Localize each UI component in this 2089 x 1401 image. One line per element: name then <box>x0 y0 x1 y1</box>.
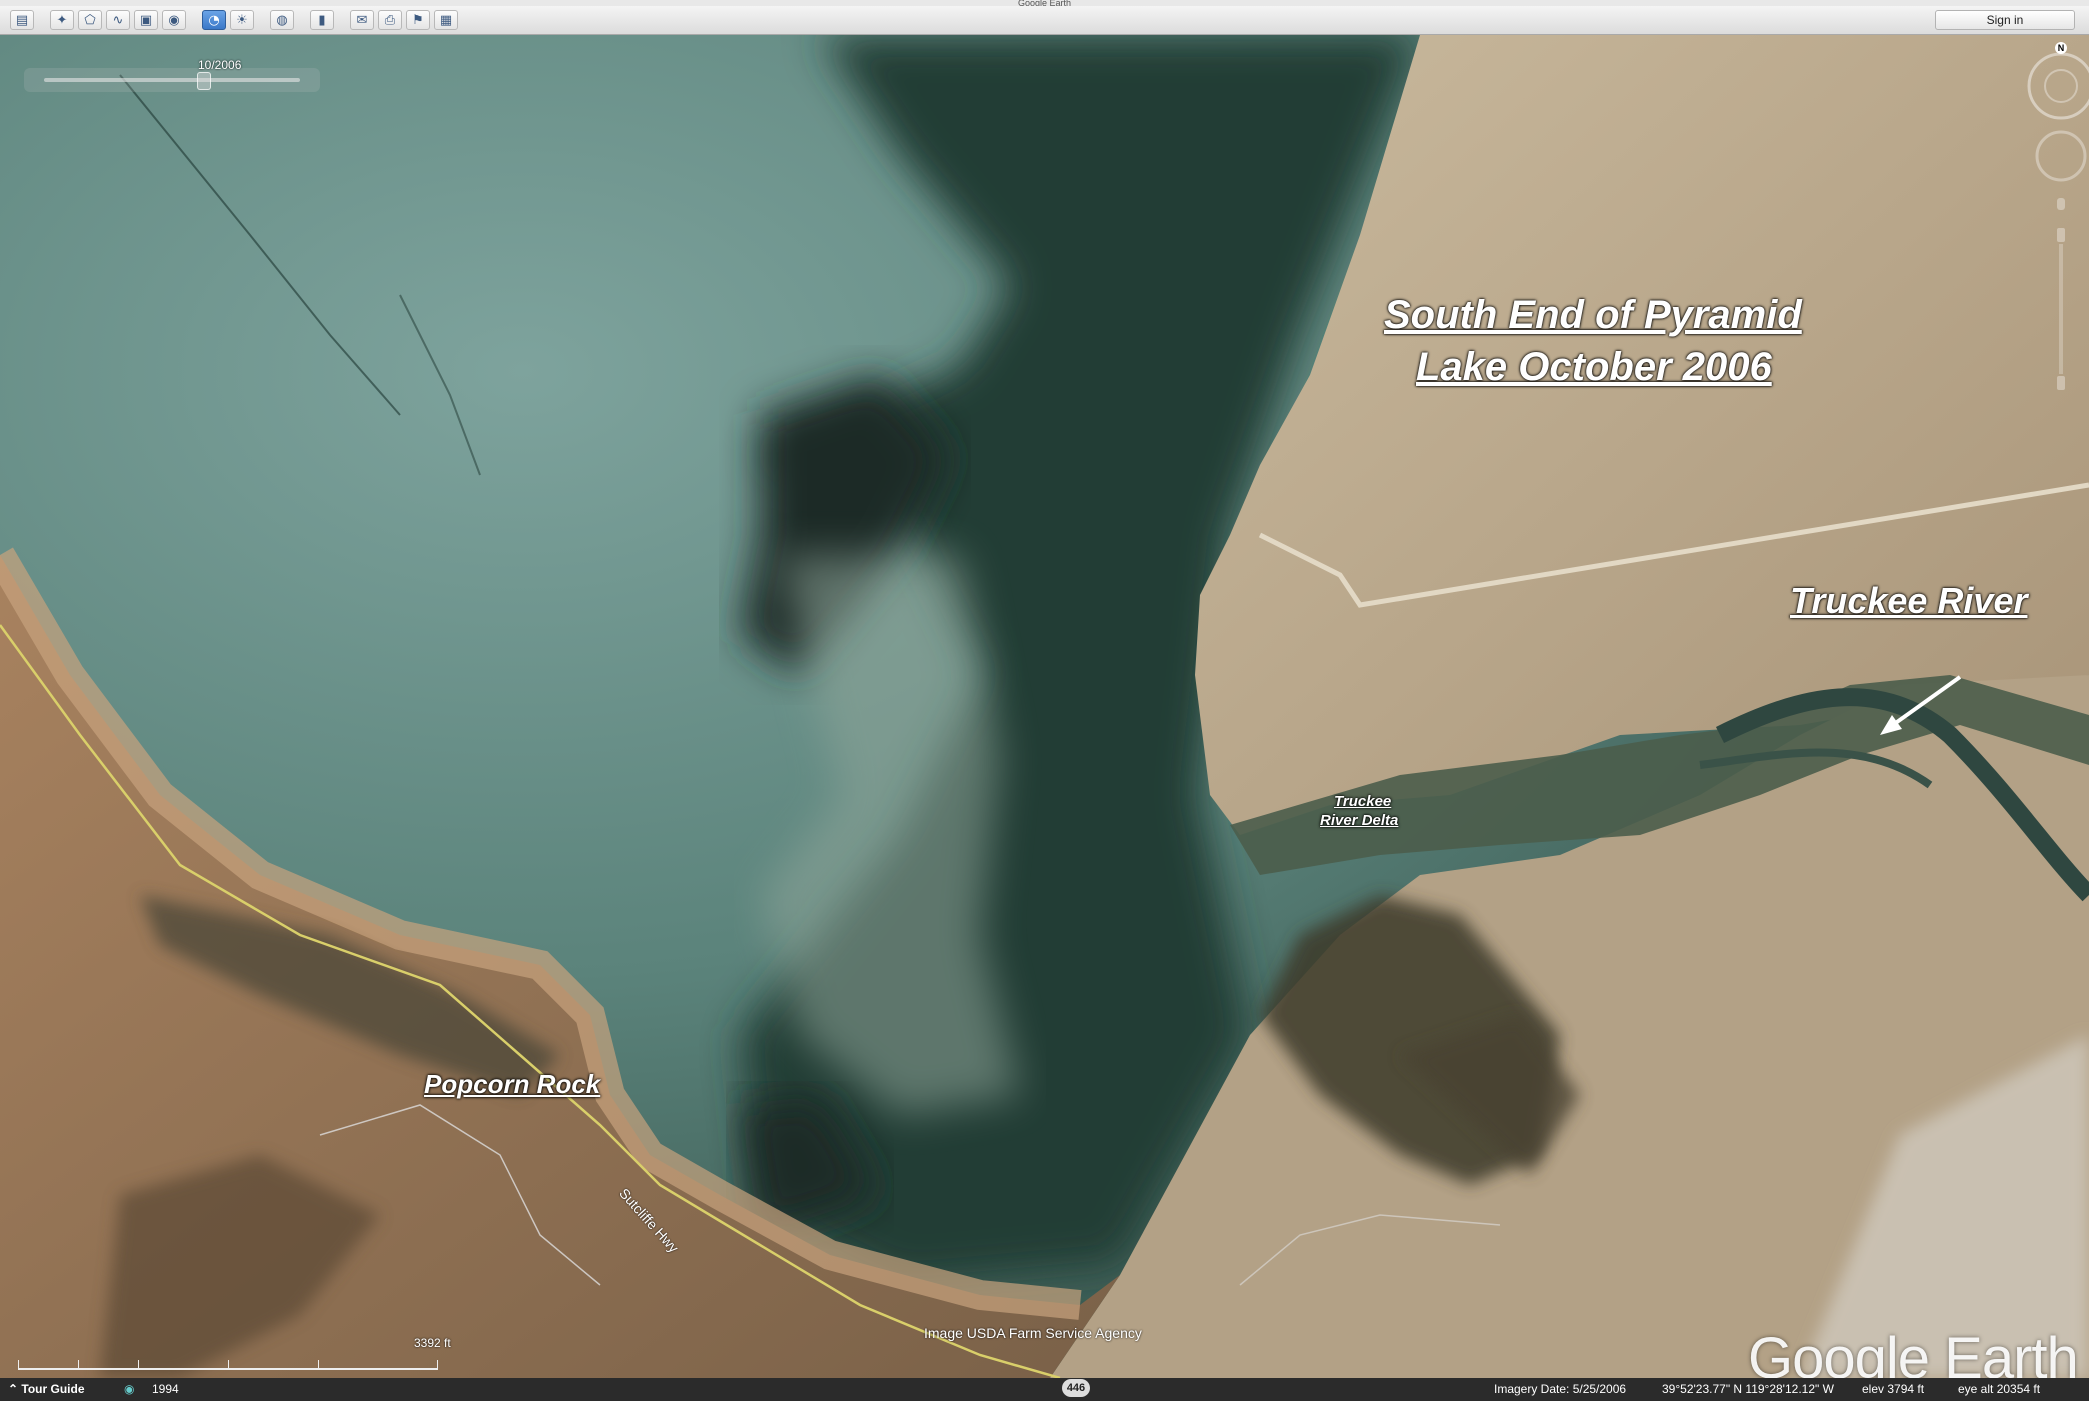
time-slider-track[interactable] <box>44 78 300 82</box>
imagery-date: Imagery Date: 5/25/2006 <box>1494 1382 1627 1396</box>
zoom-in-icon[interactable] <box>2057 228 2065 242</box>
coordinates: 39°52'23.77" N 119°28'12.12" W <box>1662 1382 1834 1396</box>
historical-imagery-icon[interactable]: ◉ <box>124 1382 134 1396</box>
toolbar: ▤ ✦ ⬠ ∿ ▣ ◉ ◔ ☀ ◍ ▮ ✉ ⎙ ⚑ ▦ Sign in <box>0 6 2089 35</box>
time-slider-thumb[interactable] <box>196 72 211 90</box>
compass-north[interactable]: N <box>2055 42 2067 54</box>
move-joystick[interactable] <box>2035 130 2087 182</box>
save-image-icon[interactable]: ▦ <box>434 10 458 30</box>
sign-in-button[interactable]: Sign in <box>1935 10 2075 30</box>
print-icon[interactable]: ⎙ <box>378 10 402 30</box>
email-icon[interactable]: ✉ <box>350 10 374 30</box>
navigation-controls: N <box>2019 38 2089 398</box>
path-icon[interactable]: ∿ <box>106 10 130 30</box>
look-joystick[interactable] <box>2027 52 2089 120</box>
tour-guide-button[interactable]: ⌃ Tour Guide <box>8 1382 85 1396</box>
status-bar: ⌃ Tour Guide ◉ 1994 Imagery Date: 5/25/2… <box>0 1378 2089 1401</box>
scale-bar <box>18 1354 438 1372</box>
ruler-icon[interactable]: ▮ <box>310 10 334 30</box>
title-line-2: Lake October 2006 <box>1416 345 1772 389</box>
google-earth-logo: Google Earth <box>1748 1326 2079 1378</box>
historical-imagery-icon[interactable]: ◔ <box>202 10 226 30</box>
title-line-1: South End of Pyramid <box>1384 293 1802 337</box>
map-view[interactable]: South End of Pyramid Lake October 2006 T… <box>0 35 2089 1378</box>
sidebar-toggle-icon[interactable]: ▤ <box>10 10 34 30</box>
planets-icon[interactable]: ◍ <box>270 10 294 30</box>
delta-label-line-1: Truckee <box>1334 793 1392 810</box>
zoom-out-icon[interactable] <box>2057 376 2065 390</box>
truckee-river-label: Truckee River <box>1790 580 2028 621</box>
status-year: 1994 <box>152 1382 179 1396</box>
delta-label-line-2: River Delta <box>1320 812 1399 829</box>
scale-label: 3392 ft <box>414 1336 451 1350</box>
satellite-imagery <box>0 35 2089 1378</box>
placemark-icon[interactable]: ✦ <box>50 10 74 30</box>
google-maps-icon[interactable]: ⚑ <box>406 10 430 30</box>
popcorn-rock-label: Popcorn Rock <box>424 1069 601 1099</box>
street-view-icon[interactable] <box>2057 198 2065 210</box>
polygon-icon[interactable]: ⬠ <box>78 10 102 30</box>
image-overlay-icon[interactable]: ▣ <box>134 10 158 30</box>
imagery-credit: Image USDA Farm Service Agency <box>924 1325 1142 1341</box>
time-slider-date: 10/2006 <box>198 58 242 72</box>
elevation: elev 3794 ft <box>1862 1382 1925 1396</box>
route-shield: 446 <box>1062 1379 1090 1397</box>
record-tour-icon[interactable]: ◉ <box>162 10 186 30</box>
sunlight-icon[interactable]: ☀ <box>230 10 254 30</box>
zoom-slider[interactable] <box>2059 244 2063 374</box>
eye-altitude: eye alt 20354 ft <box>1958 1382 2041 1396</box>
